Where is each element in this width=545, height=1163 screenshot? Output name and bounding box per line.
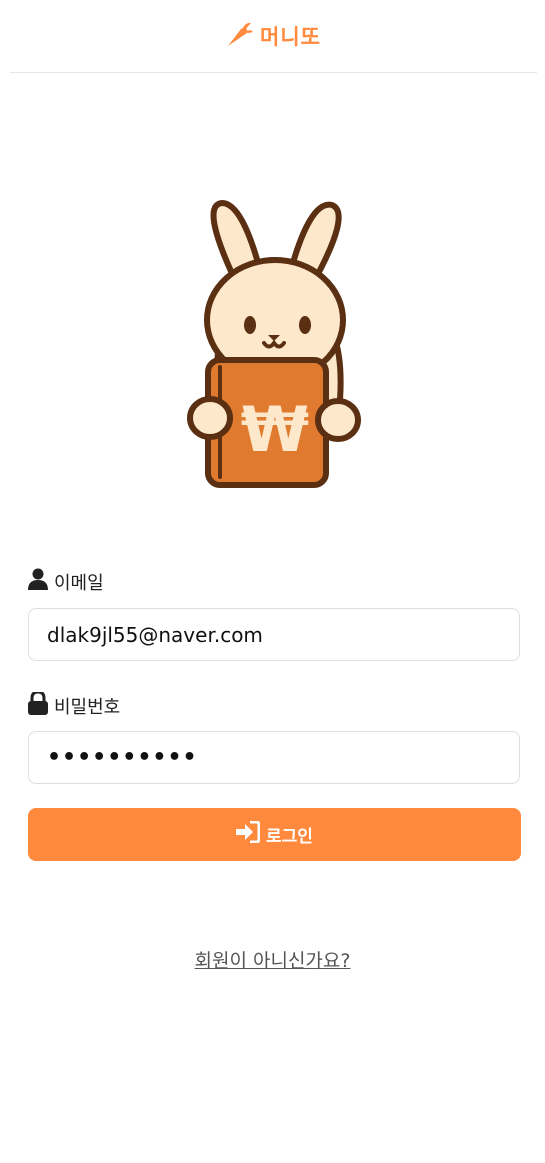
password-label: 비밀번호 bbox=[28, 690, 120, 720]
login-button[interactable]: 로그인 bbox=[28, 808, 521, 861]
header-divider bbox=[10, 72, 537, 73]
app-header: 머니또 bbox=[0, 0, 545, 72]
won-symbol: ₩ bbox=[241, 393, 309, 466]
lock-icon bbox=[28, 690, 48, 720]
email-value: dlak9jl55@naver.com bbox=[47, 622, 263, 647]
login-label: 로그인 bbox=[266, 827, 313, 846]
brand-name: 머니또 bbox=[260, 25, 321, 49]
rabbit-holding-wallet-icon: ₩ bbox=[180, 195, 370, 495]
email-label: 이메일 bbox=[28, 568, 104, 595]
password-input[interactable]: •••••••••• bbox=[28, 731, 520, 784]
brand-logo[interactable]: 머니또 bbox=[224, 20, 321, 52]
carrot-icon bbox=[224, 20, 254, 52]
signup-link[interactable]: 회원이 아니신가요? bbox=[0, 946, 545, 973]
email-input[interactable]: dlak9jl55@naver.com bbox=[28, 608, 520, 661]
sign-in-icon bbox=[236, 820, 261, 848]
password-value: •••••••••• bbox=[47, 745, 198, 770]
user-icon bbox=[28, 568, 48, 595]
